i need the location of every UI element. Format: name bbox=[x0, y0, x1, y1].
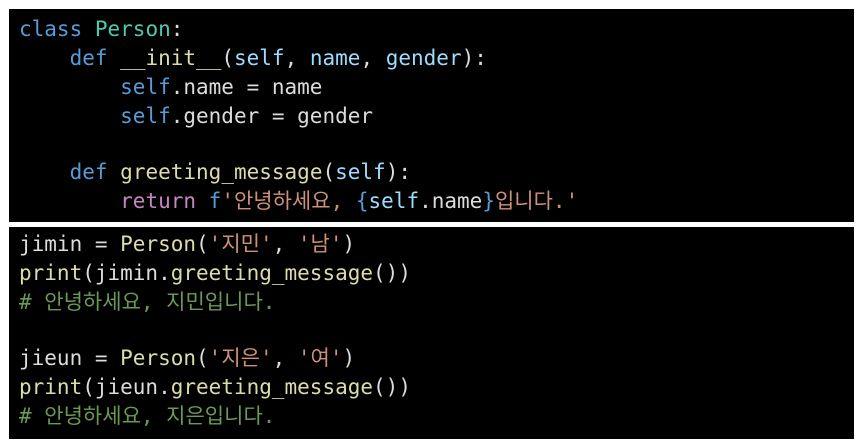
code-line-jimin-print: print(jimin.greeting_message()) bbox=[19, 259, 854, 288]
string-arg: '남' bbox=[297, 232, 343, 256]
brace-close: } bbox=[482, 189, 495, 213]
comma: , bbox=[284, 46, 310, 70]
param-self: self bbox=[335, 160, 386, 184]
print-call: print bbox=[19, 375, 83, 399]
keyword-return: return bbox=[120, 189, 197, 213]
comment: # 안녕하세요, 지민입니다. bbox=[19, 290, 276, 314]
code-line-self-gender: self.gender = gender bbox=[19, 102, 854, 131]
string-part-1: '안녕하세요, bbox=[221, 189, 356, 213]
paren-open: ( bbox=[196, 232, 209, 256]
code-line-jimin-comment: # 안녕하세요, 지민입니다. bbox=[19, 288, 854, 317]
paren-open: ( bbox=[196, 346, 209, 370]
paren-open: ( bbox=[221, 46, 234, 70]
brace-open: { bbox=[355, 189, 369, 213]
paren-close: ): bbox=[385, 160, 411, 184]
paren-close: ) bbox=[342, 346, 356, 370]
code-line-jieun-print: print(jieun.greeting_message()) bbox=[19, 373, 854, 402]
string-part-2: 입니다.' bbox=[494, 189, 579, 213]
call-close: ()) bbox=[373, 261, 411, 285]
print-call: print bbox=[19, 261, 83, 285]
class-call: Person bbox=[120, 232, 197, 256]
string-arg: '지민' bbox=[208, 232, 273, 256]
keyword-class: class bbox=[19, 17, 83, 41]
class-definition-code-block: class Person: def __init__(self, name, g… bbox=[9, 9, 854, 222]
param-gender: gender bbox=[385, 46, 462, 70]
usage-code-block: jimin = Person('지민', '남') print(jimin.gr… bbox=[9, 227, 854, 439]
self-keyword: self bbox=[120, 75, 171, 99]
code-line-return: return f'안녕하세요, {self.name}입니다.' bbox=[19, 187, 854, 216]
code-line-greeting-def: def greeting_message(self): bbox=[19, 158, 854, 187]
call-args: (jieun. bbox=[82, 375, 171, 399]
call-args: (jimin. bbox=[82, 261, 171, 285]
param-self: self bbox=[233, 46, 285, 70]
code-line-init-def: def __init__(self, name, gender): bbox=[19, 44, 854, 73]
attribute: .name bbox=[419, 189, 483, 213]
assignment: .name = name bbox=[170, 75, 323, 99]
keyword-def: def bbox=[69, 46, 108, 70]
self-keyword: self bbox=[368, 189, 420, 213]
variable-assign: jieun = bbox=[19, 346, 121, 370]
call-close: ()) bbox=[373, 375, 411, 399]
assignment: .gender = gender bbox=[170, 104, 374, 128]
code-line-jimin-assign: jimin = Person('지민', '남') bbox=[19, 230, 854, 259]
string-arg: '여' bbox=[297, 346, 343, 370]
paren-close: ): bbox=[461, 46, 487, 70]
code-line-jieun-comment: # 안녕하세요, 지은입니다. bbox=[19, 402, 854, 431]
self-keyword: self bbox=[120, 104, 171, 128]
comment: # 안녕하세요, 지은입니다. bbox=[19, 404, 276, 428]
colon: : bbox=[170, 17, 184, 41]
variable-assign: jimin = bbox=[19, 232, 121, 256]
class-name: Person bbox=[94, 17, 171, 41]
code-line-class-header: class Person: bbox=[19, 15, 854, 44]
keyword-def: def bbox=[69, 160, 108, 184]
function-name-greeting: greeting_message bbox=[120, 160, 323, 184]
class-call: Person bbox=[120, 346, 197, 370]
paren-open: ( bbox=[322, 160, 336, 184]
comma: , bbox=[272, 232, 298, 256]
paren-close: ) bbox=[342, 232, 356, 256]
function-name-init: __init__ bbox=[120, 46, 222, 70]
method-call: greeting_message bbox=[170, 261, 374, 285]
comma: , bbox=[360, 46, 386, 70]
code-line-jieun-assign: jieun = Person('지은', '여') bbox=[19, 344, 854, 373]
method-call: greeting_message bbox=[170, 375, 374, 399]
comma: , bbox=[272, 346, 298, 370]
param-name: name bbox=[309, 46, 361, 70]
code-line-self-name: self.name = name bbox=[19, 73, 854, 102]
fstring-prefix: f bbox=[208, 189, 222, 213]
string-arg: '지은' bbox=[208, 346, 273, 370]
